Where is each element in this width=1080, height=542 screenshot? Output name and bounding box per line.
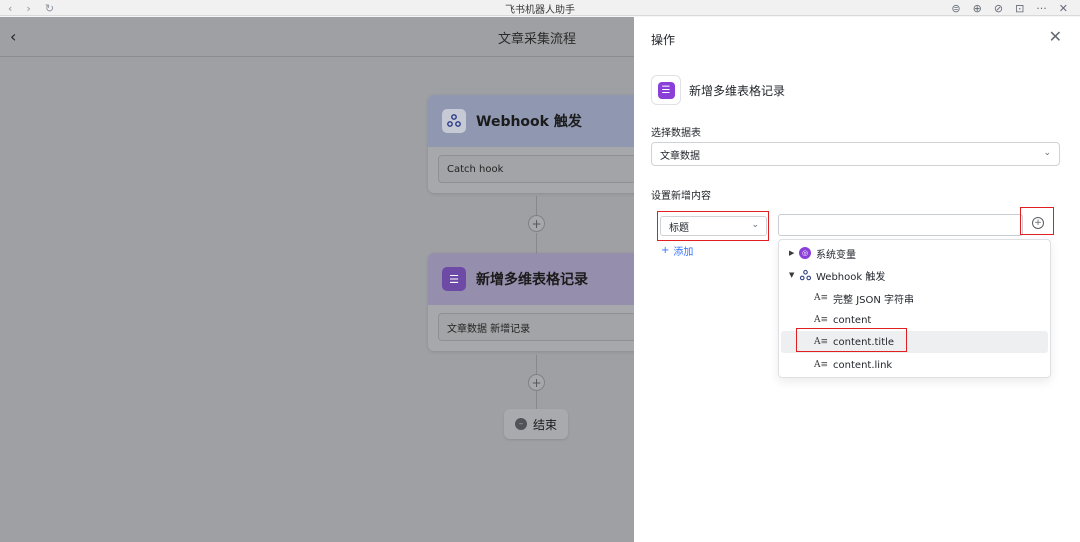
- list-item[interactable]: A≡ 完整 JSON 字符串: [779, 287, 1050, 309]
- text-type-icon: A≡: [814, 315, 829, 325]
- table-select-value: 文章数据: [660, 150, 700, 162]
- window-icon[interactable]: ⊡: [1015, 2, 1024, 15]
- webhook-icon: [442, 109, 466, 133]
- webhook-icon: [799, 269, 812, 282]
- table-record-icon: ☰: [651, 75, 681, 105]
- card-body: 文章数据 新增记录: [428, 305, 634, 351]
- canvas-header: ‹ 文章采集流程: [0, 17, 634, 57]
- variable-dropdown: ▶ ◎ 系统变量 ▼ Webhook 触发 A≡ 完整 JSON 字符串 A≡ …: [778, 239, 1051, 378]
- system-var-icon: ◎: [799, 247, 811, 259]
- add-field-label: 添加: [673, 247, 694, 258]
- end-label: 结束: [532, 417, 557, 432]
- connector-line: [536, 233, 537, 253]
- end-icon: –: [514, 418, 527, 430]
- add-step-button[interactable]: +: [528, 215, 545, 232]
- card-title: 新增多维表格记录: [476, 272, 588, 288]
- action-type: ☰ 新增多维表格记录: [651, 75, 785, 105]
- connector-line: [536, 355, 537, 375]
- close-icon[interactable]: ✕: [1049, 27, 1062, 46]
- card-header: ☰ 新增多维表格记录: [428, 253, 634, 305]
- connector-line: [536, 391, 537, 409]
- window-actions: ⊜ ⊕ ⊘ ⊡ ··· ✕: [951, 0, 1068, 16]
- window-titlebar: ‹ › ↻ 飞书机器人助手 ⊜ ⊕ ⊘ ⊡ ··· ✕: [0, 0, 1080, 16]
- action-panel: 操作 ✕ ☰ 新增多维表格记录 选择数据表 文章数据 ⌄ 设置新增内容 标题 ⌄…: [634, 17, 1080, 542]
- flow-title: 文章采集流程: [497, 32, 576, 47]
- action-label: 新增多维表格记录: [689, 83, 786, 98]
- text-type-icon: A≡: [814, 293, 829, 303]
- table-select[interactable]: 文章数据 ⌄: [651, 142, 1060, 166]
- tree-item-label: 系统变量: [816, 249, 856, 261]
- add-field-button[interactable]: + 添加: [661, 243, 693, 258]
- add-step-button[interactable]: +: [528, 374, 545, 391]
- plus-icon: +: [661, 245, 670, 256]
- table-select-label: 选择数据表: [651, 128, 701, 139]
- caret-right-icon[interactable]: ▶: [789, 249, 799, 257]
- text-type-icon: A≡: [814, 360, 829, 370]
- action-card[interactable]: ☰ 新增多维表格记录 文章数据 新增记录: [428, 253, 634, 351]
- card-header: Webhook 触发: [428, 95, 634, 147]
- field-value-input[interactable]: [778, 214, 1023, 236]
- content-label: 设置新增内容: [651, 191, 711, 202]
- tree-item-webhook[interactable]: ▼ Webhook 触发: [779, 264, 1050, 286]
- action-field[interactable]: 文章数据 新增记录: [438, 313, 634, 341]
- annotation-box: [1020, 207, 1054, 235]
- panel-title: 操作: [651, 33, 676, 47]
- tree-item-system-vars[interactable]: ▶ ◎ 系统变量: [779, 242, 1050, 264]
- bot-icon[interactable]: ⊕: [973, 2, 982, 15]
- chat-icon[interactable]: ⊜: [951, 2, 960, 15]
- webhook-trigger-card[interactable]: Webhook 触发 Catch hook: [428, 95, 634, 193]
- close-window-icon[interactable]: ✕: [1059, 2, 1068, 15]
- tree-item-label: Webhook 触发: [816, 271, 886, 283]
- end-node[interactable]: – 结束: [504, 409, 568, 439]
- card-body: Catch hook: [428, 147, 634, 193]
- more-icon[interactable]: ···: [1036, 2, 1047, 15]
- annotation-box: [657, 211, 769, 241]
- flow-canvas: ‹ 文章采集流程 Webhook 触发 Catch hook + ☰ 新增多维表…: [0, 17, 634, 542]
- list-item[interactable]: A≡ content.link: [779, 354, 1050, 376]
- card-title: Webhook 触发: [476, 114, 582, 130]
- compass-icon[interactable]: ⊘: [994, 2, 1003, 15]
- list-item-label: content: [833, 314, 872, 326]
- annotation-box: [796, 328, 907, 352]
- trigger-field[interactable]: Catch hook: [438, 155, 634, 183]
- list-item-label: content.link: [833, 359, 893, 371]
- chevron-down-icon: ⌄: [1043, 148, 1051, 158]
- window-title: 飞书机器人助手: [505, 5, 575, 16]
- list-item-label: 完整 JSON 字符串: [833, 294, 915, 306]
- table-record-icon: ☰: [442, 267, 466, 291]
- caret-down-icon[interactable]: ▼: [789, 271, 799, 279]
